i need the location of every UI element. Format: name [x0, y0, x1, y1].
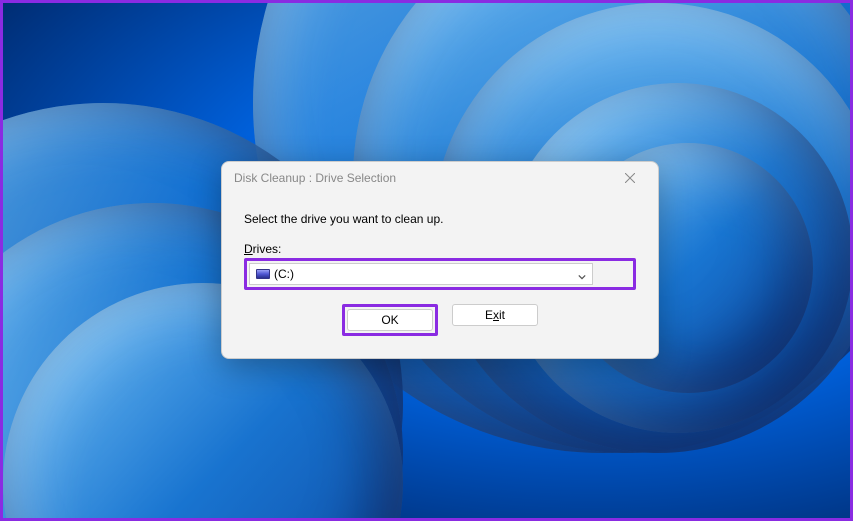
drive-select-value: (C:) — [256, 267, 294, 281]
dialog-content: Select the drive you want to clean up. D… — [222, 194, 658, 358]
ok-button[interactable]: OK — [347, 309, 433, 331]
instruction-text: Select the drive you want to clean up. — [244, 212, 636, 226]
dialog-titlebar[interactable]: Disk Cleanup : Drive Selection — [222, 162, 658, 194]
chevron-down-icon — [578, 270, 586, 278]
dialog-title: Disk Cleanup : Drive Selection — [234, 171, 396, 185]
ok-button-highlight: OK — [342, 304, 438, 336]
drives-label: Drives: — [244, 242, 636, 256]
desktop-background: Disk Cleanup : Drive Selection Select th… — [3, 3, 850, 518]
dialog-button-row: OK Exit — [244, 304, 636, 336]
disk-cleanup-dialog: Disk Cleanup : Drive Selection Select th… — [221, 161, 659, 359]
close-button[interactable] — [614, 162, 646, 194]
drive-icon — [256, 269, 270, 279]
close-icon — [625, 173, 635, 183]
selected-drive-text: (C:) — [274, 267, 294, 281]
exit-button[interactable]: Exit — [452, 304, 538, 326]
drive-select[interactable]: (C:) — [249, 263, 593, 285]
drive-dropdown-highlight: (C:) — [244, 258, 636, 290]
